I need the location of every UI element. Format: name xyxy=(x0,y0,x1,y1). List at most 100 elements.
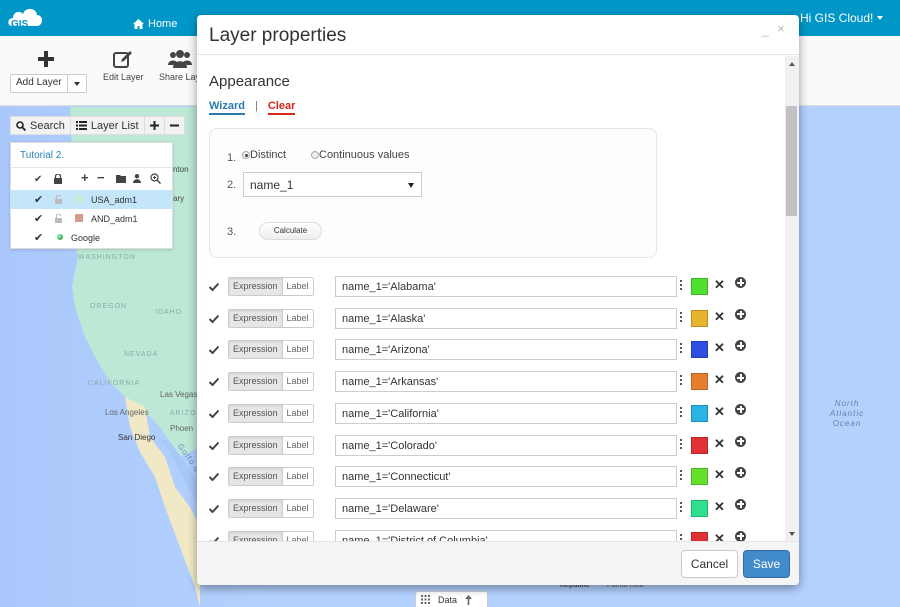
home-link[interactable]: Home xyxy=(133,18,177,30)
folder-icon[interactable] xyxy=(116,175,126,183)
zoom-out-button[interactable] xyxy=(165,117,184,134)
delete-rule-icon[interactable]: ✕ xyxy=(714,499,725,515)
search-button[interactable]: Search xyxy=(11,117,71,134)
add-rule-icon[interactable] xyxy=(735,308,746,320)
drag-handle-icon[interactable] xyxy=(680,406,683,419)
dialog-scrollbar[interactable] xyxy=(785,56,799,542)
delete-rule-icon[interactable]: ✕ xyxy=(714,467,725,483)
expression-toggle[interactable]: Expression xyxy=(229,468,283,486)
layer-row-google[interactable]: ✔ Google xyxy=(11,228,172,247)
drag-handle-icon[interactable] xyxy=(680,280,683,292)
rule-enabled-check-icon[interactable] xyxy=(208,343,220,357)
project-title[interactable]: Tutorial 2. xyxy=(11,143,172,168)
expression-toggle[interactable]: Expression xyxy=(229,499,283,517)
drag-handle-icon[interactable] xyxy=(680,438,683,451)
rule-color-swatch[interactable] xyxy=(691,341,708,359)
delete-rule-icon[interactable]: ✕ xyxy=(714,404,725,420)
clear-link[interactable]: Clear xyxy=(267,100,296,115)
share-layer-button[interactable]: Share Lay xyxy=(159,46,200,82)
rule-color-swatch[interactable] xyxy=(691,373,708,391)
rule-color-swatch[interactable] xyxy=(691,468,708,486)
add-layer-icon-button[interactable] xyxy=(38,46,54,72)
delete-rule-icon[interactable]: ✕ xyxy=(714,436,725,452)
close-icon[interactable]: × xyxy=(777,21,785,36)
continuous-radio[interactable]: Continuous values xyxy=(311,149,410,161)
rule-expression-input[interactable]: name_1='Colorado' xyxy=(335,434,677,456)
layer-name[interactable]: USA_adm1 xyxy=(91,195,137,205)
label-toggle[interactable]: Label xyxy=(282,278,313,295)
distinct-radio[interactable]: Distinct xyxy=(242,149,286,161)
expression-toggle[interactable]: Expression xyxy=(229,278,283,295)
visible-check-icon[interactable]: ✔ xyxy=(34,212,43,225)
calculate-button[interactable]: Calculate xyxy=(259,222,322,240)
label-toggle[interactable]: Label xyxy=(282,309,313,327)
delete-rule-icon[interactable]: ✕ xyxy=(714,309,725,325)
rule-enabled-check-icon[interactable] xyxy=(208,470,220,484)
rule-expression-input[interactable]: name_1='Arkansas' xyxy=(335,371,677,393)
unlock-icon[interactable] xyxy=(55,214,62,223)
rule-color-swatch[interactable] xyxy=(691,436,708,454)
rule-expression-input[interactable]: name_1='California' xyxy=(335,402,677,424)
add-rule-icon[interactable] xyxy=(735,403,746,415)
label-toggle[interactable]: Label xyxy=(282,468,313,486)
scroll-down-icon[interactable] xyxy=(789,532,795,536)
rule-expression-input[interactable]: name_1='Delaware' xyxy=(335,497,677,519)
gis-cloud-logo[interactable]: GIS xyxy=(6,4,46,32)
expression-toggle[interactable]: Expression xyxy=(229,373,283,391)
delete-rule-icon[interactable]: ✕ xyxy=(714,277,725,293)
layer-row-usa-adm1[interactable]: ✔ USA_adm1 xyxy=(11,190,172,209)
rule-enabled-check-icon[interactable] xyxy=(208,375,220,389)
layer-row-and-adm1[interactable]: ✔ AND_adm1 xyxy=(11,209,172,228)
remove-layer-icon[interactable]: − xyxy=(97,170,105,185)
rule-color-swatch[interactable] xyxy=(691,499,708,517)
minimize-icon[interactable]: _ xyxy=(762,23,769,37)
label-toggle[interactable]: Label xyxy=(282,436,313,454)
drag-handle-icon[interactable] xyxy=(680,501,683,514)
layer-name[interactable]: AND_adm1 xyxy=(91,214,138,224)
label-toggle[interactable]: Label xyxy=(282,341,313,359)
layer-name[interactable]: Google xyxy=(71,233,100,243)
rule-enabled-check-icon[interactable] xyxy=(208,280,220,294)
delete-rule-icon[interactable]: ✕ xyxy=(714,372,725,388)
add-rule-icon[interactable] xyxy=(735,467,746,479)
rule-color-swatch[interactable] xyxy=(691,404,708,422)
rule-color-swatch[interactable] xyxy=(691,278,708,295)
check-all-icon[interactable]: ✔ xyxy=(34,174,42,185)
label-toggle[interactable]: Label xyxy=(282,404,313,422)
visible-check-icon[interactable]: ✔ xyxy=(34,231,43,244)
unlock-icon[interactable] xyxy=(55,195,62,204)
add-layer-dropdown[interactable] xyxy=(68,75,86,92)
add-rule-icon[interactable] xyxy=(735,340,746,352)
expression-toggle[interactable]: Expression xyxy=(229,341,283,359)
scrollbar-thumb[interactable] xyxy=(786,106,797,216)
add-layer-button[interactable]: Add Layer xyxy=(10,74,87,93)
expression-toggle[interactable]: Expression xyxy=(229,404,283,422)
save-button[interactable]: Save xyxy=(743,550,790,578)
rule-enabled-check-icon[interactable] xyxy=(208,439,220,453)
expression-toggle[interactable]: Expression xyxy=(229,436,283,454)
rule-expression-input[interactable]: name_1='Alabama' xyxy=(335,276,677,297)
layer-list-button[interactable]: Layer List xyxy=(71,117,145,134)
add-rule-icon[interactable] xyxy=(735,435,746,447)
user-menu[interactable]: Hi GIS Cloud! xyxy=(800,11,884,25)
drag-handle-icon[interactable] xyxy=(680,311,683,324)
label-toggle[interactable]: Label xyxy=(282,499,313,517)
rule-color-swatch[interactable] xyxy=(691,309,708,327)
rule-expression-input[interactable]: name_1='Connecticut' xyxy=(335,466,677,488)
wizard-link[interactable]: Wizard xyxy=(209,100,245,115)
add-rule-icon[interactable] xyxy=(735,530,746,542)
scroll-up-icon[interactable] xyxy=(789,62,795,66)
lock-icon[interactable] xyxy=(54,174,62,184)
user-icon[interactable] xyxy=(133,174,141,183)
add-layer-icon[interactable]: + xyxy=(81,170,89,185)
add-rule-icon[interactable] xyxy=(735,498,746,510)
label-toggle[interactable]: Label xyxy=(282,373,313,391)
rule-expression-input[interactable]: name_1='Arizona' xyxy=(335,339,677,361)
expression-toggle[interactable]: Expression xyxy=(229,309,283,327)
cancel-button[interactable]: Cancel xyxy=(681,550,738,578)
zoom-in-button[interactable] xyxy=(145,117,165,134)
rule-enabled-check-icon[interactable] xyxy=(208,312,220,326)
drag-handle-icon[interactable] xyxy=(680,375,683,387)
field-select[interactable]: name_1 xyxy=(243,172,422,197)
rule-expression-input[interactable]: name_1='Alaska' xyxy=(335,307,677,329)
